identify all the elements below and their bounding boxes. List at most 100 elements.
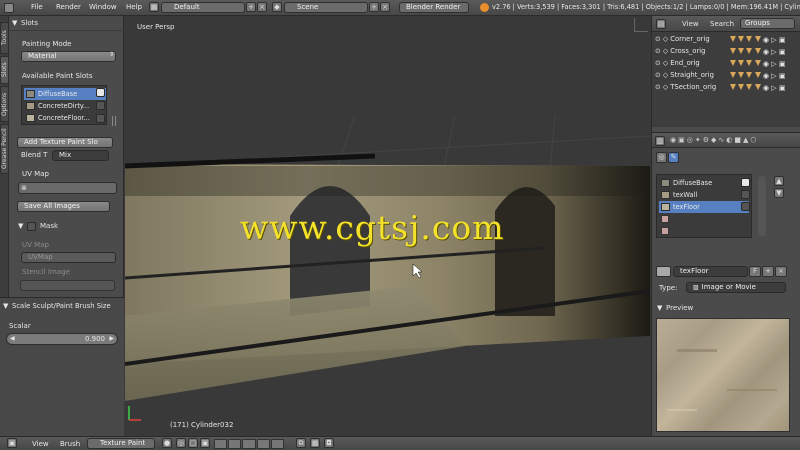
- texture-thumbnail: [661, 191, 670, 199]
- list-item[interactable]: ConcreteFloor...: [24, 112, 106, 124]
- properties-context-icons[interactable]: ◉▣◎✦⚙◆∿◐■▲⬡: [670, 136, 790, 146]
- list-item[interactable]: texWall: [659, 189, 749, 201]
- scene-icon[interactable]: ◆: [272, 2, 282, 12]
- unlink-texture-icon[interactable]: ×: [775, 266, 787, 277]
- operator-header[interactable]: Scale Sculpt/Paint Brush Size: [12, 302, 111, 310]
- painting-mode-label: Painting Mode: [22, 40, 72, 48]
- texture-name: texFloor: [673, 203, 700, 211]
- texture-browse-icon[interactable]: [656, 266, 671, 277]
- list-item[interactable]: ConcreteDirty...: [24, 100, 106, 112]
- mode-select[interactable]: Texture Paint: [87, 438, 155, 449]
- add-scene-icon[interactable]: +: [369, 2, 379, 12]
- list-resize-handle[interactable]: [112, 116, 116, 126]
- preview-collapse-icon[interactable]: ▼: [657, 304, 662, 312]
- world-texture-icon[interactable]: ◎: [656, 152, 667, 163]
- pivot-icon[interactable]: ◎: [176, 438, 186, 448]
- layer-buttons[interactable]: [214, 439, 285, 449]
- uv-map-field[interactable]: ⊗: [18, 182, 117, 194]
- list-scrollbar[interactable]: [758, 176, 766, 236]
- operator-panel: ▼ Scale Sculpt/Paint Brush Size Scalar ◀…: [0, 297, 124, 436]
- texture-slot-list: DiffuseBase texWall texFloor: [656, 174, 752, 238]
- outliner-restrict-icons: ◉ ▷ ▣ ◉ ▷ ▣ ◉ ▷ ▣ ◉ ▷ ▣ ◉ ▷ ▣: [730, 36, 798, 94]
- properties-editor-icon[interactable]: ▥: [655, 136, 665, 146]
- texture-thumbnail: [26, 102, 35, 110]
- menu-render[interactable]: Render: [56, 3, 81, 11]
- list-up-icon[interactable]: ▲: [774, 176, 784, 186]
- render-preview-icon[interactable]: ▦: [310, 438, 320, 448]
- decrement-icon[interactable]: ◀: [10, 335, 15, 342]
- list-item[interactable]: DiffuseBase: [659, 177, 749, 189]
- outliner-header: ▤ View Search Groups: [652, 16, 800, 32]
- menu-brush[interactable]: Brush: [60, 440, 80, 448]
- texture-name-field[interactable]: texFloor: [673, 266, 748, 277]
- menu-file[interactable]: File: [31, 3, 43, 11]
- slot-enabled-checkbox[interactable]: [96, 114, 105, 123]
- outliner-tab-search[interactable]: Search: [710, 20, 734, 28]
- scene-field[interactable]: Scene: [284, 2, 368, 13]
- tab-tools[interactable]: Tools: [0, 22, 9, 54]
- layout-icon[interactable]: ▦: [149, 2, 159, 12]
- preview-header[interactable]: Preview: [666, 304, 693, 312]
- texture-name: DiffuseBase: [673, 179, 713, 187]
- available-slots-label: Available Paint Slots: [22, 72, 93, 80]
- brush-texture-icon[interactable]: ✎: [668, 152, 679, 163]
- remove-scene-icon[interactable]: ×: [380, 2, 390, 12]
- mask-mode-icon[interactable]: ▣: [200, 438, 210, 448]
- mask-collapse-icon[interactable]: ▼: [18, 222, 23, 230]
- area-split-corner[interactable]: [634, 18, 648, 32]
- menu-window[interactable]: Window: [89, 3, 117, 11]
- mask-checkbox[interactable]: [27, 222, 36, 231]
- texture-type-label: Type:: [659, 284, 678, 292]
- slot-enabled-checkbox[interactable]: [96, 101, 105, 110]
- blend-type-select[interactable]: Mix: [52, 150, 109, 161]
- blender-menu-icon[interactable]: [4, 3, 14, 13]
- view-label: User Persp: [137, 23, 175, 31]
- slot-name: DiffuseBase: [38, 90, 78, 98]
- divider: [9, 30, 124, 31]
- scalar-slider[interactable]: ◀ 0.900 ▶: [6, 333, 118, 345]
- outliner-display-mode[interactable]: Groups: [740, 18, 795, 29]
- menu-help[interactable]: Help: [126, 3, 142, 11]
- mask-uv-map-select[interactable]: UVMap: [21, 252, 116, 263]
- save-all-images-button[interactable]: Save All Images: [17, 201, 110, 212]
- viewport-header: ▣ View Brush Texture Paint ● ◎ ▢ ▣ ⧉ ▦ ◘: [0, 436, 800, 450]
- painting-mode-select[interactable]: Material: [21, 51, 116, 62]
- properties-header: ▥ ◉▣◎✦⚙◆∿◐■▲⬡: [652, 132, 800, 148]
- list-down-icon[interactable]: ▼: [774, 188, 784, 198]
- render-engine-select[interactable]: Blender Render: [399, 2, 469, 13]
- camera-icon[interactable]: ◘: [324, 438, 334, 448]
- texture-type-select[interactable]: ▨ Image or Movie: [686, 282, 786, 293]
- collapse-icon[interactable]: ▼: [12, 19, 17, 27]
- slots-header[interactable]: Slots: [21, 19, 38, 27]
- texture-enabled-checkbox[interactable]: [741, 202, 750, 211]
- list-item[interactable]: DiffuseBase: [24, 88, 106, 100]
- paint-slot-list: DiffuseBase ConcreteDirty... ConcreteFlo…: [21, 85, 107, 125]
- empty-slot-icon[interactable]: [661, 215, 669, 223]
- operator-collapse-icon[interactable]: ▼: [3, 302, 8, 310]
- new-texture-icon[interactable]: +: [762, 266, 774, 277]
- layer-icon[interactable]: ▢: [188, 438, 198, 448]
- editor-type-icon[interactable]: ▣: [7, 438, 17, 448]
- tab-grease-pencil[interactable]: Grease Pencil: [0, 124, 9, 174]
- texture-enabled-checkbox[interactable]: [741, 178, 750, 187]
- empty-slot-icon[interactable]: [661, 227, 669, 235]
- fake-user-toggle[interactable]: F: [749, 266, 761, 277]
- snap-icon[interactable]: ⧉: [296, 438, 306, 448]
- add-texture-paint-slot-button[interactable]: Add Texture Paint Slo: [17, 137, 113, 148]
- add-layout-icon[interactable]: +: [246, 2, 256, 12]
- blend-type-label: Blend T: [21, 151, 48, 159]
- increment-icon[interactable]: ▶: [109, 335, 114, 342]
- layout-field[interactable]: Default: [161, 2, 245, 13]
- slot-enabled-checkbox[interactable]: [96, 88, 105, 97]
- remove-layout-icon[interactable]: ×: [257, 2, 267, 12]
- mask-header[interactable]: Mask: [40, 222, 58, 230]
- menu-view[interactable]: View: [32, 440, 49, 448]
- outliner-editor-icon[interactable]: ▤: [656, 19, 666, 29]
- tab-slots[interactable]: Slots: [0, 56, 9, 84]
- tab-options[interactable]: Options: [0, 86, 9, 122]
- viewport-shading-icon[interactable]: ●: [162, 438, 172, 448]
- stencil-image-field[interactable]: [20, 280, 115, 291]
- outliner-tab-view[interactable]: View: [682, 20, 699, 28]
- list-item[interactable]: texFloor: [659, 201, 749, 213]
- texture-enabled-checkbox[interactable]: [741, 190, 750, 199]
